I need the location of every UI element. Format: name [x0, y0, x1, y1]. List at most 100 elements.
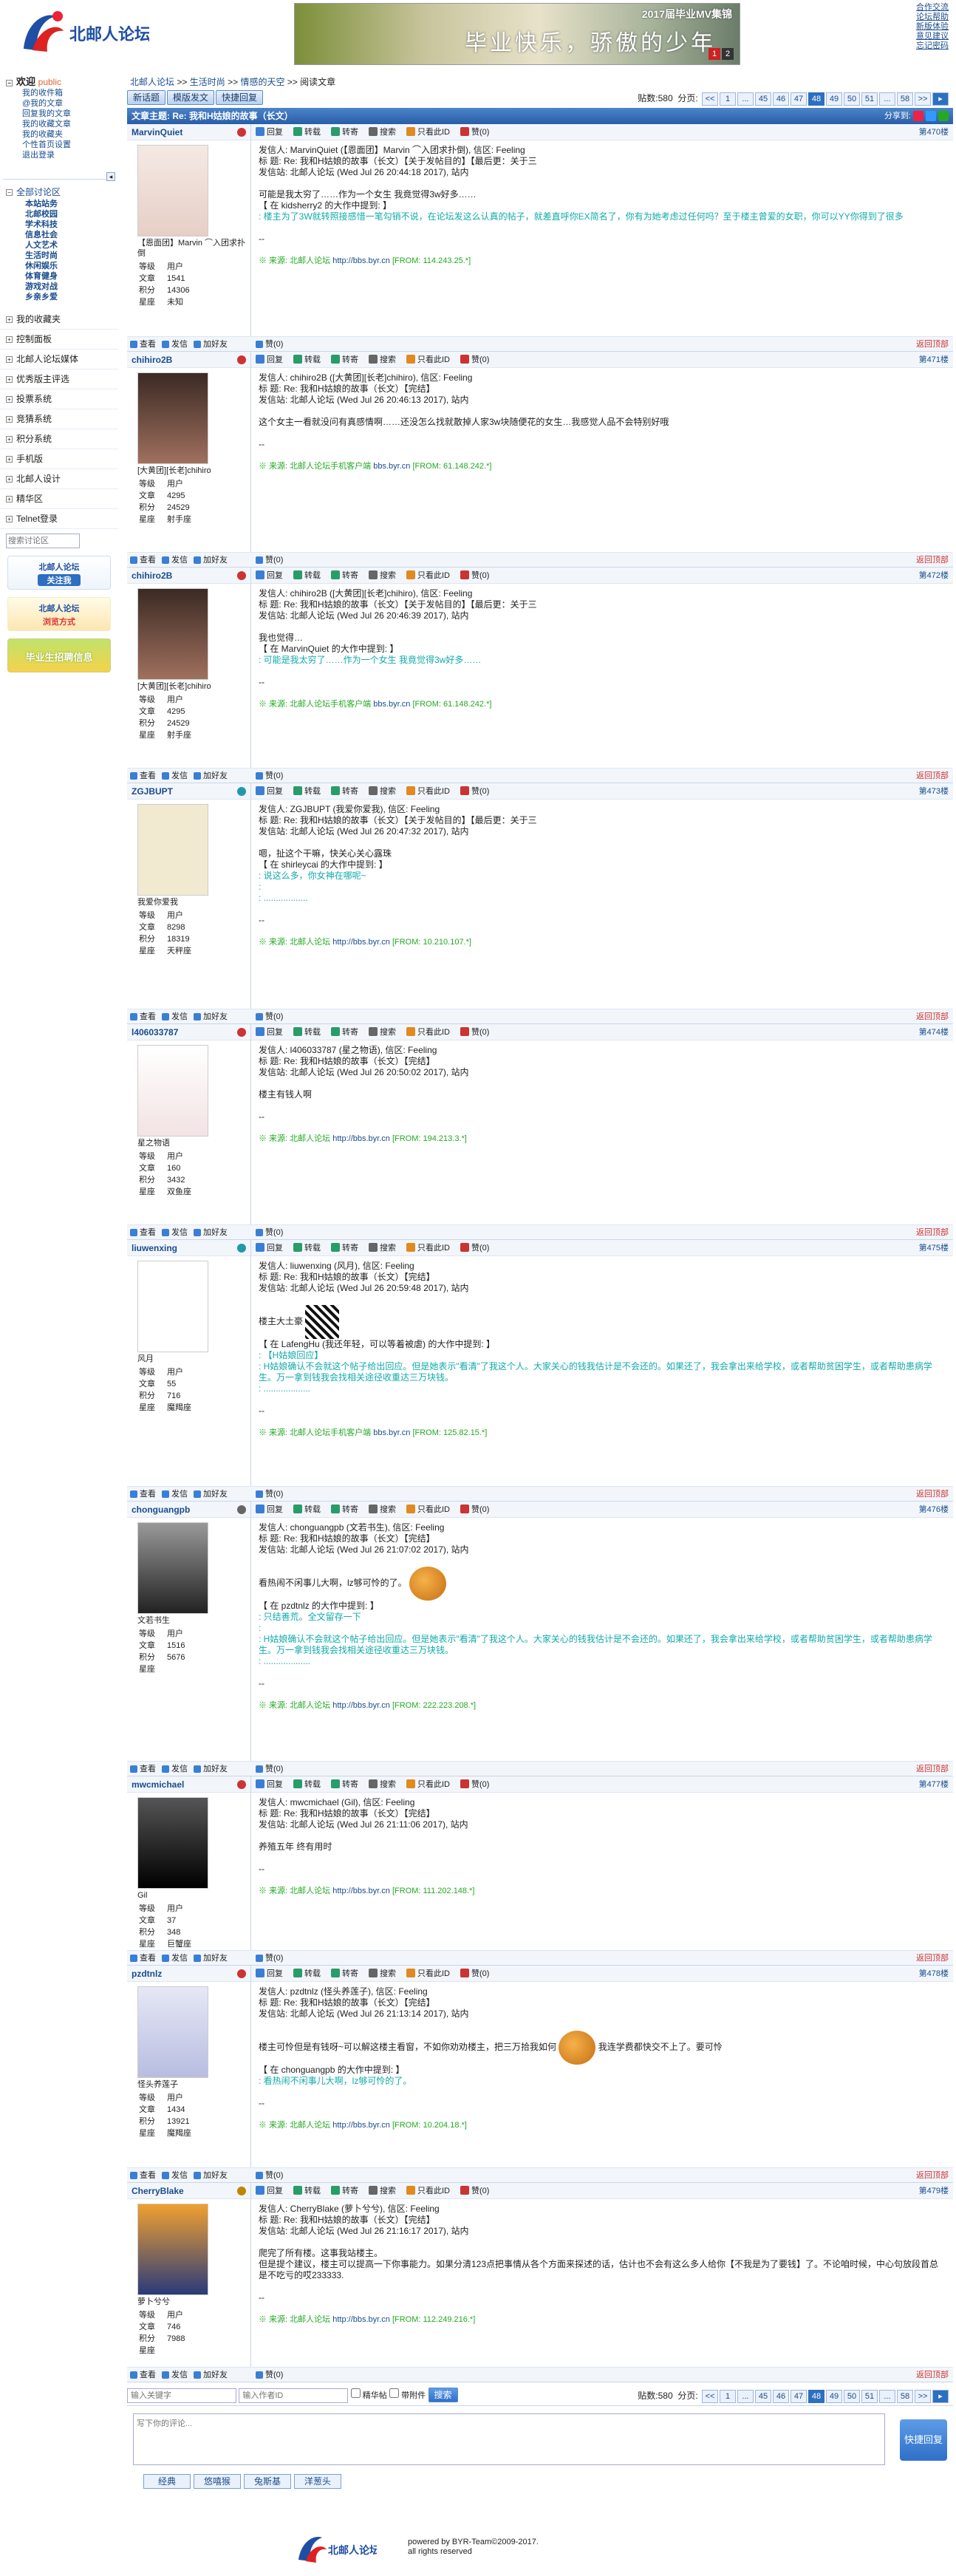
- tool-send[interactable]: 转寄: [331, 1779, 358, 1789]
- back-to-top-link[interactable]: 返回顶部: [916, 1009, 949, 1024]
- page-link[interactable]: 46: [773, 2390, 789, 2403]
- tool-filter-user[interactable]: 只看此ID: [406, 1969, 450, 1978]
- qzone-icon[interactable]: [926, 111, 936, 122]
- banner-page-2[interactable]: 2: [722, 48, 734, 60]
- tool-search[interactable]: 搜索: [369, 570, 396, 580]
- author-search-input[interactable]: [239, 2388, 349, 2403]
- sidebar-item-mobile[interactable]: + 手机版: [0, 449, 118, 469]
- author-name[interactable]: l406033787: [132, 1027, 178, 1037]
- tool-send[interactable]: 转寄: [331, 2186, 358, 2195]
- action-add-friend[interactable]: 加好友: [194, 340, 228, 349]
- avatar[interactable]: [137, 588, 208, 680]
- like-button[interactable]: 赞(0): [256, 1954, 283, 1963]
- link-feedback[interactable]: 意见建议: [916, 32, 949, 41]
- avatar[interactable]: [137, 1986, 208, 2078]
- action-mail[interactable]: 发信: [162, 556, 188, 565]
- page-link[interactable]: 47: [791, 2390, 807, 2403]
- tool-search[interactable]: 搜索: [369, 2186, 396, 2195]
- page-link[interactable]: 49: [826, 2390, 842, 2403]
- crumb-board[interactable]: 情感的天空: [240, 77, 284, 87]
- crumb-section[interactable]: 生活时尚: [190, 77, 225, 87]
- banner-page-1[interactable]: 1: [709, 48, 720, 60]
- tool-reply[interactable]: 回复: [256, 1505, 283, 1514]
- source-url[interactable]: http://bbs.byr.cn: [332, 1134, 390, 1143]
- tool-like[interactable]: 赞(0): [460, 2186, 489, 2195]
- sidebar-item-media[interactable]: + 北邮人论坛媒体: [0, 350, 118, 369]
- section-campus[interactable]: 北邮校园: [25, 210, 58, 219]
- action-add-friend[interactable]: 加好友: [194, 771, 228, 780]
- tool-search[interactable]: 搜索: [369, 127, 396, 137]
- tool-send[interactable]: 转寄: [331, 570, 358, 580]
- avatar[interactable]: [137, 1261, 208, 1352]
- author-name[interactable]: mwcmichael: [132, 1779, 184, 1790]
- emo-tab-onion[interactable]: 洋葱头: [294, 2474, 341, 2489]
- action-mail[interactable]: 发信: [162, 1765, 188, 1773]
- promo-jobs[interactable]: 毕业生招聘信息: [7, 638, 111, 672]
- tool-send[interactable]: 转寄: [331, 127, 358, 137]
- attachment-checkbox[interactable]: [389, 2388, 400, 2398]
- link-fav-articles[interactable]: 我的收藏文章: [22, 120, 71, 129]
- promo-browse[interactable]: 北邮人论坛 浏览方式: [7, 597, 111, 631]
- action-view[interactable]: 查看: [130, 1228, 156, 1237]
- action-mail[interactable]: 发信: [162, 2371, 188, 2379]
- action-add-friend[interactable]: 加好友: [194, 2171, 228, 2180]
- section-leisure[interactable]: 休闲娱乐: [25, 262, 58, 270]
- tool-forward[interactable]: 转载: [293, 2186, 321, 2195]
- avatar[interactable]: [137, 145, 208, 236]
- action-add-friend[interactable]: 加好友: [194, 2371, 228, 2379]
- action-view[interactable]: 查看: [130, 1954, 156, 1963]
- weibo-icon[interactable]: [913, 111, 923, 122]
- source-url[interactable]: http://bbs.byr.cn: [332, 256, 390, 265]
- author-name[interactable]: ZGJBUPT: [132, 786, 173, 797]
- tool-like[interactable]: 赞(0): [460, 1243, 489, 1253]
- tool-send[interactable]: 转寄: [331, 1027, 358, 1037]
- tool-reply[interactable]: 回复: [256, 786, 283, 796]
- action-view[interactable]: 查看: [130, 1490, 156, 1499]
- page-link[interactable]: >>: [915, 92, 931, 106]
- author-name[interactable]: liuwenxing: [132, 1243, 177, 1253]
- sidebar-item-favorites[interactable]: + 我的收藏夹: [0, 310, 118, 330]
- sidebar-item-control-panel[interactable]: + 控制面板: [0, 330, 118, 350]
- emo-tab-rabbit[interactable]: 兔斯基: [244, 2474, 291, 2489]
- tool-reply[interactable]: 回复: [256, 570, 283, 580]
- new-topic-button[interactable]: 新话题: [127, 90, 166, 105]
- author-name[interactable]: chihiro2B: [132, 355, 172, 365]
- back-to-top-link[interactable]: 返回顶部: [916, 2168, 949, 2183]
- tool-search[interactable]: 搜索: [369, 1779, 396, 1789]
- source-url[interactable]: http://bbs.byr.cn: [332, 1887, 390, 1895]
- tool-like[interactable]: 赞(0): [460, 1027, 489, 1037]
- page-link[interactable]: 45: [755, 2390, 771, 2403]
- tool-forward[interactable]: 转载: [293, 1505, 321, 1514]
- sidebar-item-guess[interactable]: + 竞猜系统: [0, 409, 118, 429]
- author-name[interactable]: CherryBlake: [132, 2186, 184, 2196]
- section-tech[interactable]: 学术科技: [25, 220, 58, 229]
- tool-like[interactable]: 赞(0): [460, 570, 489, 580]
- back-to-top-link[interactable]: 返回顶部: [916, 337, 949, 352]
- page-link[interactable]: 49: [826, 92, 842, 106]
- section-life[interactable]: 生活时尚: [25, 251, 58, 260]
- action-add-friend[interactable]: 加好友: [194, 1012, 228, 1021]
- action-add-friend[interactable]: 加好友: [194, 1954, 228, 1963]
- like-button[interactable]: 赞(0): [256, 1012, 283, 1021]
- submit-reply-button[interactable]: 快捷回复: [900, 2419, 947, 2461]
- page-go-button[interactable]: ▸: [932, 92, 949, 106]
- source-url[interactable]: bbs.byr.cn: [373, 1428, 410, 1437]
- avatar[interactable]: [137, 1797, 208, 1889]
- renren-icon[interactable]: [938, 111, 949, 122]
- link-forgot-password[interactable]: 忘记密码: [916, 41, 949, 50]
- action-view[interactable]: 查看: [130, 1765, 156, 1773]
- keyword-search-input[interactable]: [127, 2388, 236, 2403]
- search-button[interactable]: 搜索: [428, 2388, 458, 2402]
- tool-reply[interactable]: 回复: [256, 127, 283, 137]
- page-link[interactable]: 45: [755, 92, 771, 106]
- sidebar-item-design[interactable]: + 北邮人设计: [0, 469, 118, 489]
- page-link[interactable]: 47: [791, 92, 807, 106]
- all-boards-link[interactable]: 全部讨论区: [16, 187, 61, 197]
- author-name[interactable]: MarvinQuiet: [132, 127, 182, 137]
- back-to-top-link[interactable]: 返回顶部: [916, 1487, 949, 1502]
- page-link[interactable]: >>: [915, 2390, 931, 2403]
- page-link[interactable]: 50: [844, 2390, 860, 2403]
- action-view[interactable]: 查看: [130, 556, 156, 565]
- page-link[interactable]: 46: [773, 92, 789, 106]
- link-homepage-settings[interactable]: 个性首页设置: [22, 140, 71, 149]
